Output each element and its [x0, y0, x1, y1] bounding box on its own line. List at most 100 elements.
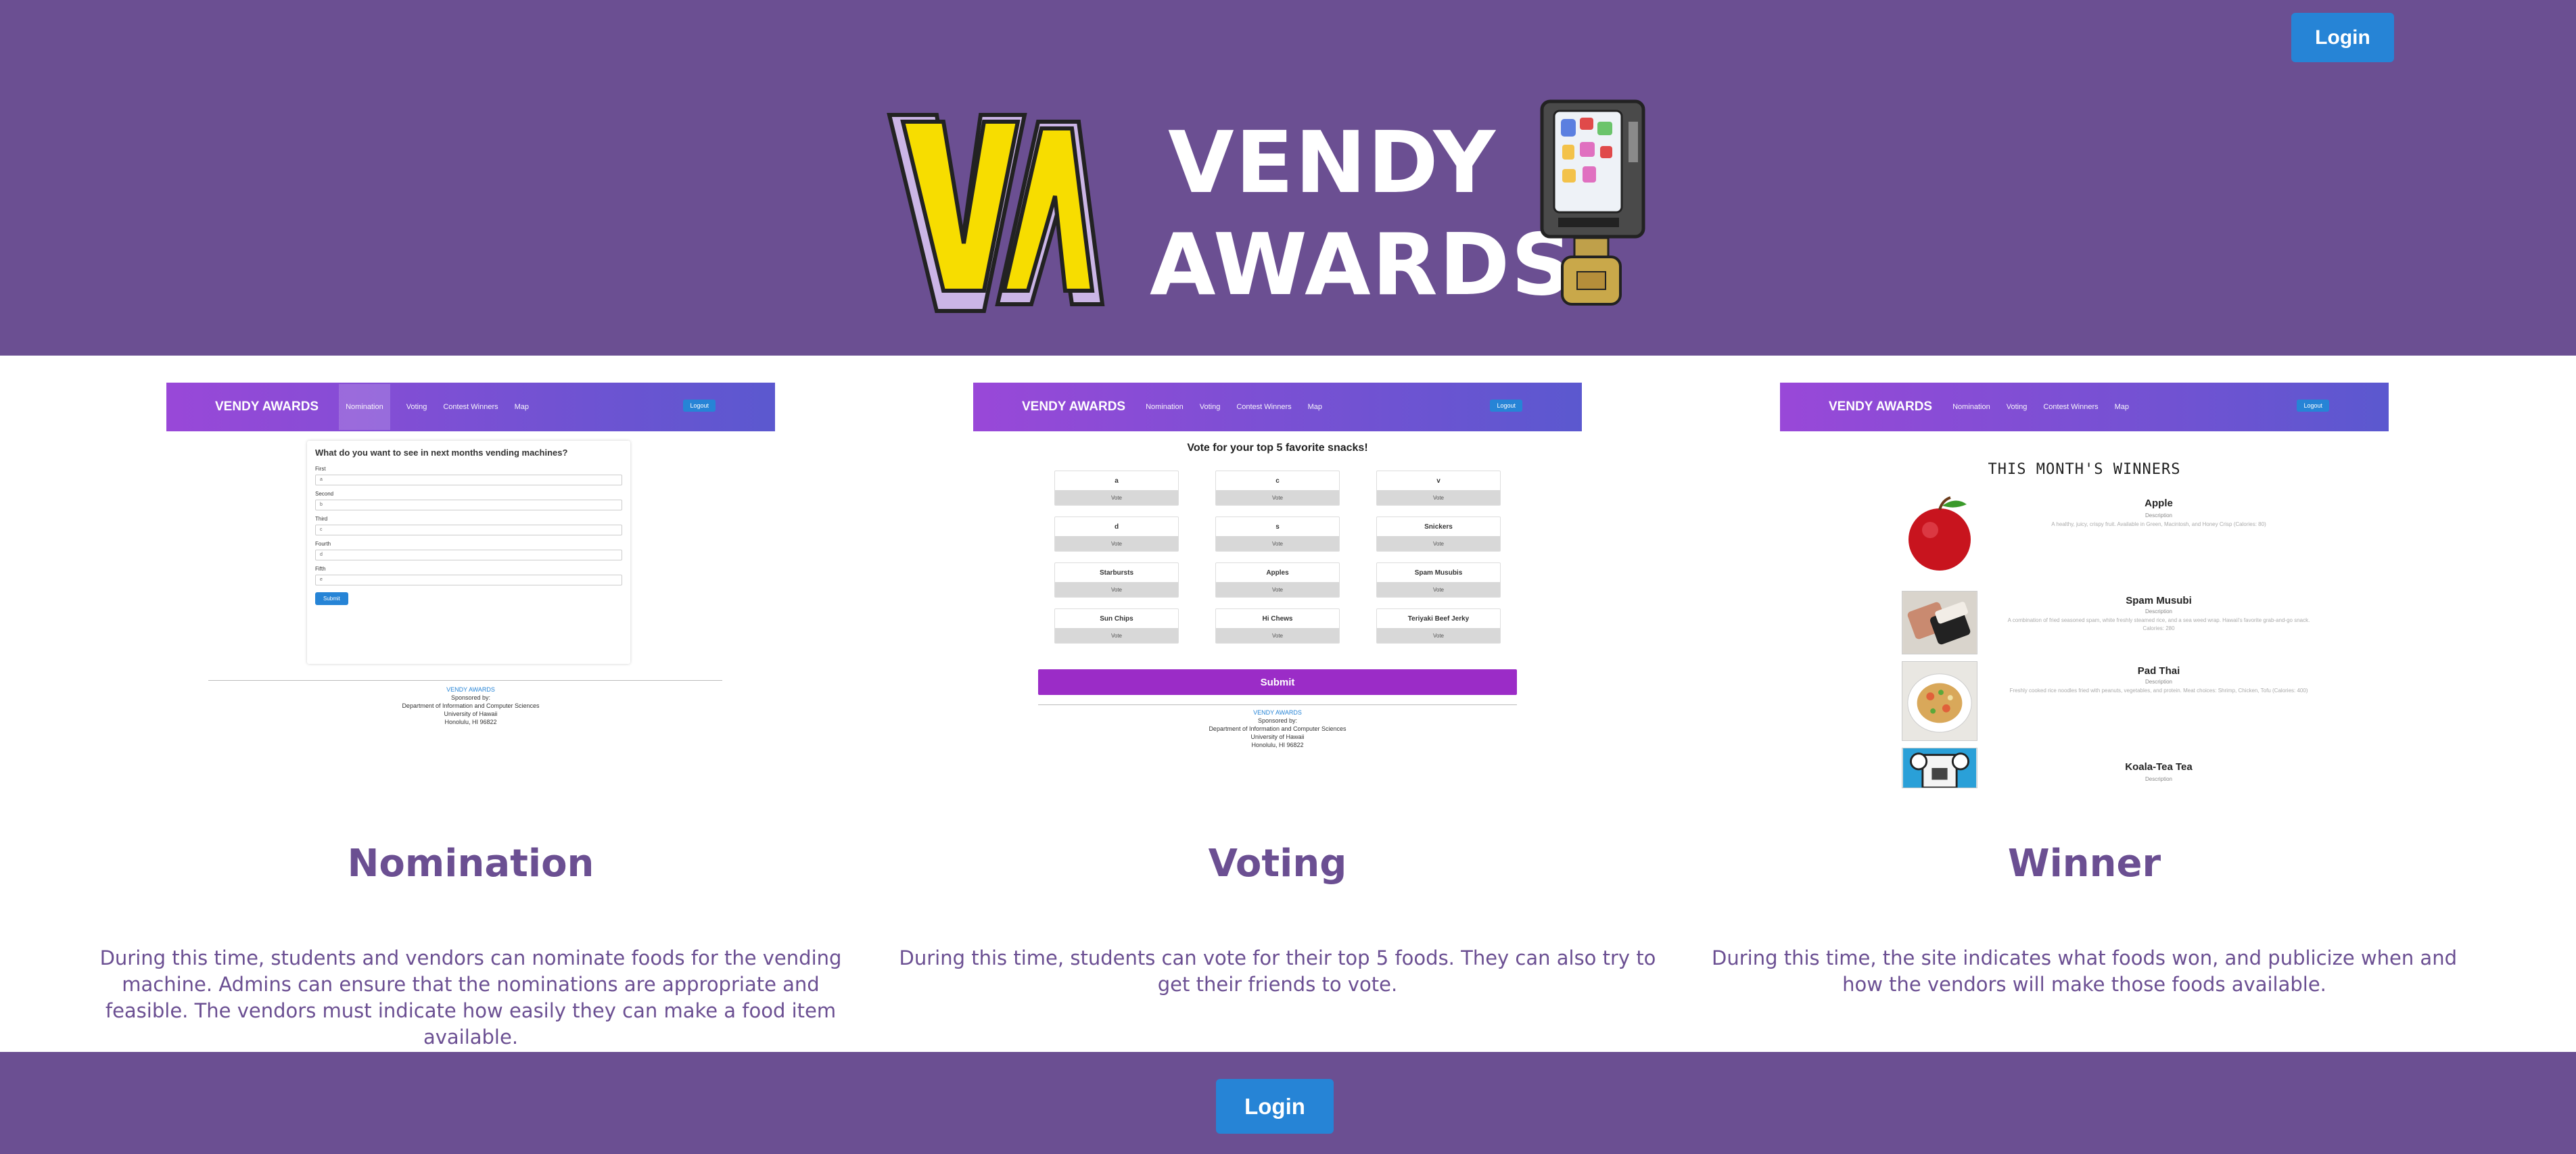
footer-line: University of Hawaii — [1250, 734, 1305, 740]
section-title-voting: Voting — [1208, 842, 1347, 886]
vote-button: Vote — [1216, 628, 1339, 643]
field-input: e — [315, 575, 622, 585]
vote-card: Starbursts Vote — [1054, 562, 1179, 598]
winner-item: Koala-Tea Tea Description — [1902, 748, 2308, 788]
winners-screenshot: VENDY AWARDS Nomination Voting Contest W… — [1780, 383, 2389, 788]
winner-desc-label: Description — [2145, 512, 2172, 519]
field-input: c — [315, 525, 622, 535]
vote-button: Vote — [1055, 582, 1178, 597]
vote-item-name: Spam Musubis — [1414, 569, 1463, 577]
nav-item-map: Map — [2114, 403, 2130, 411]
vote-card: Snickers Vote — [1376, 516, 1501, 552]
form-submit-button: Submit — [315, 592, 348, 605]
footer-line: Honolulu, HI 96822 — [1251, 742, 1304, 748]
pad-thai-image — [1902, 661, 1977, 741]
field-label: Second — [315, 491, 334, 497]
vote-button: Vote — [1055, 536, 1178, 551]
vote-item-name: s — [1275, 523, 1280, 531]
winner-name: Koala-Tea Tea — [2125, 761, 2193, 773]
va-logo-icon: VA — [876, 108, 1105, 313]
vote-item-name: Sun Chips — [1100, 615, 1133, 623]
nav-item-winners: Contest Winners — [2043, 403, 2099, 411]
vote-card: v Vote — [1376, 471, 1501, 506]
vote-button: Vote — [1377, 490, 1500, 505]
nomination-screenshot: VENDY AWARDS Nomination Voting Contest W… — [166, 383, 775, 788]
nav-item-nomination: Nomination — [339, 384, 390, 430]
nav-brand: VENDY AWARDS — [215, 400, 319, 414]
vote-card: a Vote — [1054, 471, 1179, 506]
footer-brand: VENDY AWARDS — [446, 686, 495, 693]
nav-item-voting: Voting — [406, 403, 427, 411]
vote-button: Vote — [1055, 628, 1178, 643]
winner-name: Apple — [2145, 498, 2173, 509]
vote-button: Vote — [1055, 490, 1178, 505]
vote-card: s Vote — [1215, 516, 1340, 552]
nav-item-map: Map — [514, 403, 530, 411]
vote-button: Vote — [1216, 536, 1339, 551]
nav-brand: VENDY AWARDS — [1829, 400, 1933, 414]
vending-machine-icon — [1540, 99, 1645, 306]
svg-text:VA: VA — [876, 108, 877, 109]
footer-line: Sponsored by: — [450, 694, 491, 701]
vote-card: d Vote — [1054, 516, 1179, 552]
vote-button: Vote — [1377, 536, 1500, 551]
vote-card: Sun Chips Vote — [1054, 608, 1179, 644]
nav-bar: VENDY AWARDS Nomination Voting Contest W… — [973, 383, 1582, 431]
winner-desc-label: Description — [2145, 776, 2172, 782]
login-button-top[interactable]: Login — [2291, 13, 2394, 62]
nav-item-winners: Contest Winners — [443, 403, 498, 411]
footer-line: Honolulu, HI 96822 — [444, 719, 497, 725]
nav-item-nomination: Nomination — [1146, 403, 1184, 411]
vote-submit-button: Submit — [1038, 669, 1517, 695]
nomination-form: What do you want to see in next months v… — [307, 441, 630, 664]
logout-button: Logout — [683, 400, 716, 412]
winner-desc: A healthy, juicy, crispy fruit. Availabl… — [2051, 521, 2266, 527]
site-title: VENDY AWARDS — [1150, 112, 1572, 316]
field-input: d — [315, 550, 622, 560]
koala-tea-image — [1902, 748, 1977, 788]
vote-item-name: Hi Chews — [1262, 615, 1293, 623]
footer-line: University of Hawaii — [444, 711, 498, 717]
vote-card: c Vote — [1215, 471, 1340, 506]
footer-line: Department of Information and Computer S… — [402, 702, 540, 709]
nav-item-voting: Voting — [2006, 403, 2028, 411]
vote-card: Hi Chews Vote — [1215, 608, 1340, 644]
winner-item: Spam Musubi Description A combination of… — [1902, 591, 2310, 654]
divider — [1038, 704, 1517, 705]
vote-button: Vote — [1216, 490, 1339, 505]
nav-item-map: Map — [1307, 403, 1323, 411]
winner-name: Spam Musubi — [2126, 595, 2192, 606]
vote-button: Vote — [1216, 582, 1339, 597]
winners-title: THIS MONTH'S WINNERS — [1988, 461, 2181, 478]
vote-item-name: Teriyaki Beef Jerky — [1407, 615, 1470, 623]
winner-desc: A combination of fried seasoned spam, wh… — [2007, 617, 2310, 631]
field-input: a — [315, 475, 622, 485]
vote-button: Vote — [1377, 582, 1500, 597]
spam-musubi-image — [1902, 591, 1977, 654]
field-label: Fourth — [315, 541, 331, 547]
form-question: What do you want to see in next months v… — [315, 448, 568, 458]
vote-item-name: Snickers — [1424, 523, 1453, 531]
field-label: Third — [315, 516, 328, 522]
logout-button: Logout — [1490, 400, 1522, 412]
winner-desc-label: Description — [2145, 608, 2172, 615]
winner-name: Pad Thai — [2137, 665, 2180, 677]
vote-card: Spam Musubis Vote — [1376, 562, 1501, 598]
login-button-bottom[interactable]: Login — [1216, 1079, 1334, 1134]
vote-item-name: Starbursts — [1099, 569, 1133, 577]
field-label: Fifth — [315, 566, 326, 572]
nav-brand: VENDY AWARDS — [1022, 400, 1126, 414]
footer-line: Department of Information and Computer S… — [1209, 725, 1346, 732]
vote-button: Vote — [1377, 628, 1500, 643]
nav-bar: VENDY AWARDS Nomination Voting Contest W… — [1780, 383, 2389, 431]
vote-item-name: Apples — [1266, 569, 1289, 577]
page-footer-info: VENDY AWARDS Sponsored by: Department of… — [166, 686, 775, 726]
vote-item-name: c — [1275, 477, 1280, 485]
page-footer-info: VENDY AWARDS Sponsored by: Department of… — [973, 708, 1582, 749]
winner-desc-label: Description — [2145, 679, 2172, 685]
nav-bar: VENDY AWARDS Nomination Voting Contest W… — [166, 383, 775, 431]
vote-item-name: v — [1436, 477, 1441, 485]
field-input: b — [315, 500, 622, 510]
field-label: First — [315, 466, 326, 472]
vote-item-name: a — [1115, 477, 1119, 485]
